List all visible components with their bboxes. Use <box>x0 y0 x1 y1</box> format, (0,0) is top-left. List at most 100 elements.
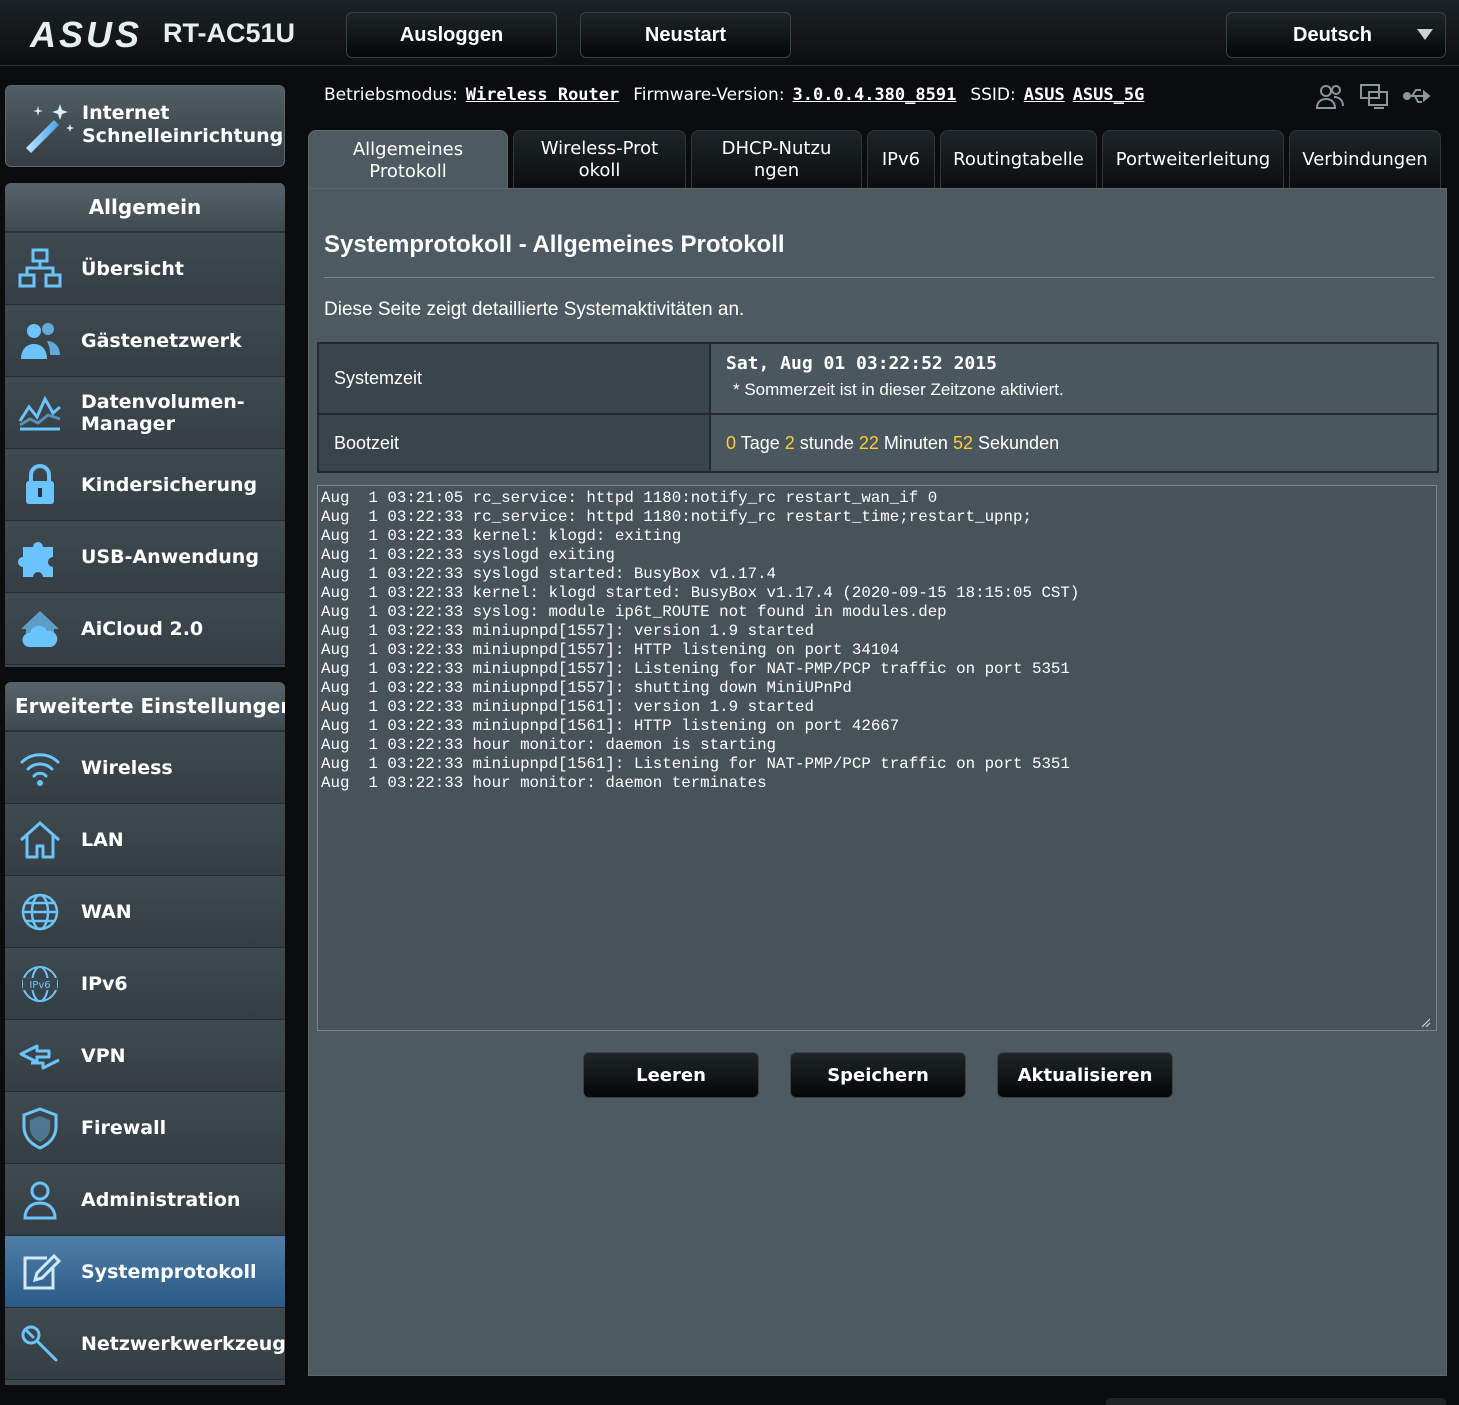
user-icon <box>23 1181 57 1220</box>
general-section-title: Allgemein <box>5 183 285 233</box>
sidebar-item-label: LAN <box>81 828 124 851</box>
status-bar: Betriebsmodus: Wireless Router Firmware-… <box>324 85 1144 105</box>
quick-internet-setup-button[interactable]: Internet Schnelleinrichtung <box>5 85 285 167</box>
sidebar-item-label: Systemprotokoll <box>81 1260 257 1283</box>
boot-seconds: 52 <box>952 432 973 453</box>
puzzle-icon <box>18 542 53 577</box>
asus-logo: ASUS <box>30 14 143 55</box>
sidebar-item-label: VPN <box>81 1044 126 1067</box>
usb-icon[interactable] <box>1402 82 1434 110</box>
system-time-cell: Sat, Aug 01 03:22:52 2015 * Sommerzeit i… <box>709 342 1439 415</box>
boot-hours: 2 <box>784 432 795 453</box>
table-row: Systemzeit Sat, Aug 01 03:22:52 2015 * S… <box>317 342 1439 415</box>
refresh-button[interactable]: Aktualisieren <box>997 1052 1173 1098</box>
ssid-5-link[interactable]: ASUS_5G <box>1073 85 1145 105</box>
home-icon <box>19 821 61 859</box>
boot-seconds-unit: Sekunden <box>978 432 1060 453</box>
network-map-icon <box>18 248 62 288</box>
sidebar-item-system-log[interactable]: Systemprotokoll <box>5 1236 285 1308</box>
boot-minutes: 22 <box>858 432 879 453</box>
sidebar-item-label: Datenvolumen-Manager <box>81 390 245 435</box>
lock-icon <box>26 464 54 504</box>
boot-hours-unit: stunde <box>799 432 854 453</box>
dst-note: * Sommerzeit ist in dieser Zeitzone akti… <box>733 380 1064 399</box>
traffic-manager-icon <box>18 395 61 431</box>
log-line: Aug 1 03:21:05 rc_service: httpd 1180:no… <box>321 489 938 507</box>
magic-wand-icon <box>26 104 74 153</box>
sidebar-item-network-map[interactable]: Übersicht <box>5 233 285 305</box>
sidebar-item-wireless[interactable]: Wireless <box>5 732 285 804</box>
sidebar-item-lan[interactable]: LAN <box>5 804 285 876</box>
log-line: Aug 1 03:22:33 miniupnpd[1557]: HTTP lis… <box>321 641 900 659</box>
clear-button[interactable]: Leeren <box>583 1052 759 1098</box>
sidebar-item-label: WAN <box>81 900 132 923</box>
restart-button[interactable]: Neustart <box>580 12 791 58</box>
sidebar-advanced: Erweiterte Einstellungen Wireless LAN WA… <box>5 682 285 1385</box>
tab-connections[interactable]: Verbindungen <box>1289 130 1441 188</box>
system-info-table: Systemzeit Sat, Aug 01 03:22:52 2015 * S… <box>317 342 1439 473</box>
sidebar-item-parental-control[interactable]: Kindersicherung <box>5 449 285 521</box>
qis-label: Internet Schnelleinrichtung <box>82 102 284 147</box>
boot-time-label: Bootzeit <box>317 413 711 473</box>
sidebar-item-traffic-manager[interactable]: Datenvolumen-Manager <box>5 377 285 449</box>
sidebar-item-wan[interactable]: WAN <box>5 876 285 948</box>
firmware-label: Firmware-Version: <box>633 85 785 105</box>
sidebar-item-label: AiCloud 2.0 <box>81 617 204 640</box>
table-row: Bootzeit 0 Tage 2 stunde 22 Minuten 52 S… <box>317 413 1439 473</box>
resize-grip-icon[interactable] <box>1419 1016 1431 1028</box>
guest-network-icon <box>21 323 60 359</box>
ssid-24-link[interactable]: ASUS <box>1024 85 1065 105</box>
page-title: Systemprotokoll - Allgemeines Protokoll <box>324 231 785 258</box>
log-line: Aug 1 03:22:33 kernel: klogd started: Bu… <box>321 584 1080 602</box>
tab-dhcp-leases[interactable]: DHCP-Nutzungen <box>691 130 862 188</box>
sidebar-item-label: Firewall <box>81 1116 167 1139</box>
sidebar-item-label: USB-Anwendung <box>81 545 259 568</box>
tab-label: DHCP-Nutzungen <box>721 137 832 181</box>
log-line: Aug 1 03:22:33 miniupnpd[1557]: shutting… <box>321 679 852 697</box>
tab-label: IPv6 <box>881 148 921 170</box>
sidebar-item-label: Netzwerkwerkzeuge <box>81 1332 285 1355</box>
firmware-link[interactable]: 3.0.0.4.380_8591 <box>793 85 957 105</box>
logout-button[interactable]: Ausloggen <box>346 12 557 58</box>
system-time-value: Sat, Aug 01 03:22:52 2015 <box>726 353 997 374</box>
boot-days-unit: Tage <box>740 432 780 453</box>
sidebar-item-vpn[interactable]: VPN <box>5 1020 285 1092</box>
page-description: Diese Seite zeigt detaillierte Systemakt… <box>324 299 745 320</box>
tab-label: Wireless-Protokoll <box>540 137 659 181</box>
log-line: Aug 1 03:22:33 syslog: module ip6t_ROUTE… <box>321 603 947 621</box>
tab-port-forwarding[interactable]: Portweiterleitung <box>1102 130 1284 188</box>
advanced-section-title: Erweiterte Einstellungen <box>5 682 285 732</box>
save-button[interactable]: Speichern <box>790 1052 966 1098</box>
wifi-icon <box>20 753 60 786</box>
boot-days: 0 <box>726 432 737 453</box>
router-model: RT-AC51U <box>163 18 296 48</box>
chevron-down-icon <box>1417 29 1433 40</box>
sidebar-item-ipv6[interactable]: IPv6 IPv6 <box>5 948 285 1020</box>
main-panel: Systemprotokoll - Allgemeines Protokoll … <box>308 188 1447 1376</box>
mode-link[interactable]: Wireless Router <box>466 85 620 105</box>
boot-time-cell: 0 Tage 2 stunde 22 Minuten 52 Sekunden <box>709 413 1439 473</box>
sidebar-item-network-tools[interactable]: Netzwerkwerkzeuge <box>5 1308 285 1380</box>
clients-icon[interactable] <box>1314 82 1346 110</box>
tab-routing-table[interactable]: Routingtabelle <box>940 130 1097 188</box>
tab-general-log[interactable]: Allgemeines Protokoll <box>308 130 508 190</box>
sidebar-item-firewall[interactable]: Firewall <box>5 1092 285 1164</box>
sidebar-item-aicloud[interactable]: AiCloud 2.0 <box>5 593 285 665</box>
tab-label: Portweiterleitung <box>1115 148 1271 170</box>
devices-icon[interactable] <box>1358 82 1390 110</box>
sidebar-item-administration[interactable]: Administration <box>5 1164 285 1236</box>
ssid-label: SSID: <box>970 85 1016 105</box>
language-select[interactable]: Deutsch <box>1226 12 1446 58</box>
sidebar-item-label: Gästenetzwerk <box>81 329 242 352</box>
log-line: Aug 1 03:22:33 miniupnpd[1561]: HTTP lis… <box>321 717 900 735</box>
tab-wireless-log[interactable]: Wireless-Protokoll <box>513 130 686 188</box>
sidebar-item-guest-network[interactable]: Gästenetzwerk <box>5 305 285 377</box>
language-value: Deutsch <box>1293 23 1372 46</box>
sidebar-item-usb-application[interactable]: USB-Anwendung <box>5 521 285 593</box>
system-log-textarea[interactable]: Aug 1 03:21:05 rc_service: httpd 1180:no… <box>317 485 1437 1031</box>
edit-log-icon <box>23 1253 62 1290</box>
log-line: Aug 1 03:22:33 syslogd started: BusyBox … <box>321 565 777 583</box>
status-icons <box>1314 82 1434 110</box>
top-header: ASUS RT-AC51U Ausloggen Neustart Deutsch <box>0 0 1459 66</box>
tab-ipv6[interactable]: IPv6 <box>867 130 935 188</box>
